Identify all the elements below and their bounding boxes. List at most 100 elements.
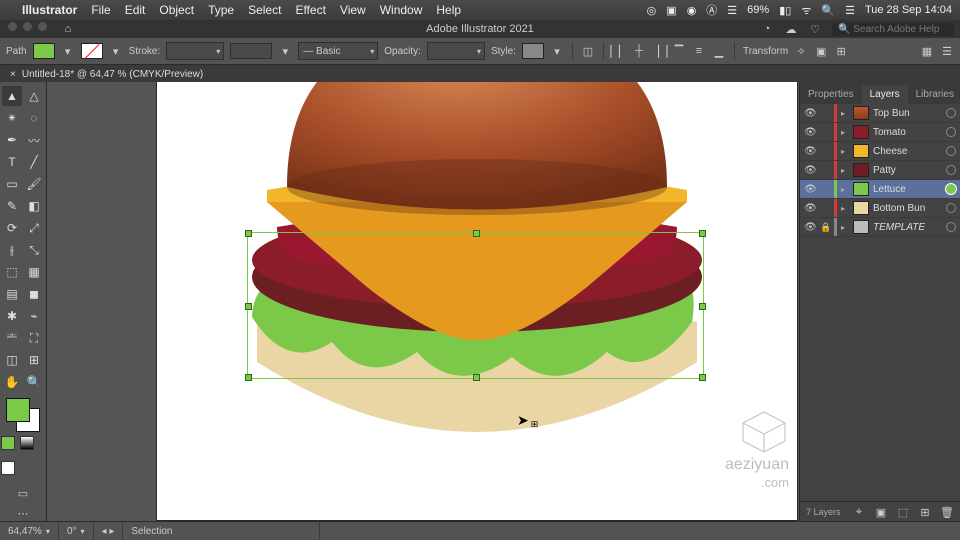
tool-slice[interactable]: ⊞ [24,350,44,370]
menu-edit[interactable]: Edit [125,3,146,17]
align-vcenter-icon[interactable]: ≡ [692,44,706,58]
artboard[interactable] [157,82,797,520]
menu-view[interactable]: View [340,3,366,17]
menu-object[interactable]: Object [159,3,194,17]
rotate-view[interactable]: 0° ▾ [59,522,94,540]
status-icon[interactable]: ◉ [687,4,697,17]
locate-object-icon[interactable]: ⌖ [852,505,866,519]
menu-file[interactable]: File [91,3,110,17]
tool-artboard[interactable]: ◫ [2,350,22,370]
clock[interactable]: Tue 28 Sep 14:04 [865,4,952,16]
layer-row[interactable]: 👁▸Patty [800,161,960,180]
expand-icon[interactable]: ▸ [841,223,849,232]
color-mode-fill[interactable] [1,436,15,450]
tool-eraser[interactable]: ◧ [24,196,44,216]
tool-eyedropper[interactable]: ✱ [2,306,22,326]
document-tab[interactable]: Untitled-18* @ 64,47 % (CMYK/Preview) [22,69,203,80]
expand-icon[interactable]: ▸ [841,166,849,175]
app-menu[interactable]: Illustrator [22,3,77,17]
tool-pen[interactable]: ✒ [2,130,22,150]
menu-effect[interactable]: Effect [295,3,325,17]
tool-direct-selection[interactable]: △ [24,86,44,106]
new-layer-icon[interactable]: ⊞ [918,505,932,519]
tool-mesh[interactable]: ▤ [2,284,22,304]
color-mode-gradient[interactable] [20,436,34,450]
snap-pixel-icon[interactable]: ⊞ [834,44,848,58]
expand-icon[interactable]: ▸ [841,109,849,118]
status-icon[interactable]: ☰ [727,4,737,17]
expand-icon[interactable]: ▸ [841,128,849,137]
tool-magic-wand[interactable]: ✴ [2,108,22,128]
brush-definition[interactable] [230,43,272,59]
tab-properties[interactable]: Properties [800,85,862,104]
tool-type[interactable]: T [2,152,22,172]
target-icon[interactable] [946,165,956,175]
fill-stroke-control[interactable] [6,398,40,432]
tool-zoom[interactable]: 🔍 [24,372,44,392]
layer-name[interactable]: Tomato [873,127,906,138]
tool-shaper[interactable]: ✎ [2,196,22,216]
transform-label[interactable]: Transform [743,46,788,57]
new-sublayer-icon[interactable]: ⬚ [896,505,910,519]
traffic-min[interactable] [23,22,32,31]
traffic-max[interactable] [38,22,47,31]
current-tool[interactable]: Selection [123,522,320,540]
expand-icon[interactable]: ▸ [841,147,849,156]
tool-scale[interactable]: ⤢ [24,218,44,238]
bell-icon[interactable]: ♡ [808,22,822,36]
tab-layers[interactable]: Layers [862,85,908,104]
color-mode-none[interactable] [1,461,15,475]
layer-row[interactable]: 👁 ▸ Cheese [800,142,960,161]
visibility-toggle[interactable]: 👁 [804,146,816,157]
battery-icon[interactable]: ▮▯ [779,4,791,17]
artboard-nav[interactable]: ◂ ▸ [94,522,124,540]
menu-help[interactable]: Help [436,3,461,17]
tool-width[interactable]: ⫲ [2,240,22,260]
visibility-toggle[interactable]: 👁 [804,127,816,138]
tool-paintbrush[interactable]: 🖌 [24,174,44,194]
tool-rotate[interactable]: ⟳ [2,218,22,238]
tool-rectangle[interactable]: ▭ [2,174,22,194]
opacity-dropdown[interactable] [427,42,485,60]
target-icon[interactable] [946,108,956,118]
delete-layer-icon[interactable]: 🗑 [940,505,954,519]
canvas[interactable]: aeziyuan .com ➤⊞ [47,82,799,522]
tool-free-transform[interactable]: ⤡ [24,240,44,260]
home-icon[interactable]: ⌂ [61,22,75,36]
align-hcenter-icon[interactable]: ┼ [632,44,646,58]
edit-toolbar-icon[interactable]: ⋯ [16,506,30,520]
target-icon[interactable] [946,203,956,213]
tool-perspective[interactable]: ▦ [24,262,44,282]
lock-toggle[interactable]: 🔒 [820,222,830,233]
align-right-icon[interactable]: ▕▕ [652,44,666,58]
traffic-close[interactable] [8,22,17,31]
layer-row[interactable]: 👁▸Bottom Bun [800,199,960,218]
isolate-icon[interactable]: ✧ [794,44,808,58]
align-bottom-icon[interactable]: ▁ [712,44,726,58]
tool-gradient[interactable]: ◼ [24,284,44,304]
close-tab-icon[interactable]: × [10,69,16,80]
help-search[interactable]: 🔍 Search Adobe Help [832,23,954,36]
target-icon[interactable] [946,222,956,232]
visibility-toggle[interactable]: 👁 [804,203,816,214]
tool-symbol-sprayer[interactable]: ⎃ [2,328,22,348]
layer-name[interactable]: Cheese [873,146,907,157]
align-menu-icon[interactable]: ◫ [581,44,595,58]
visibility-toggle[interactable]: 👁 [804,222,816,233]
layer-name[interactable]: Bottom Bun [873,203,925,214]
cloud-icon[interactable]: ☁ [784,22,798,36]
user-icon[interactable]: ◔ [760,22,774,36]
layer-row[interactable]: 👁▸Lettuce [800,180,960,199]
layer-name[interactable]: Patty [873,165,896,176]
stroke-profile-dropdown[interactable]: — Basic [298,42,378,60]
tab-libraries[interactable]: Libraries [908,85,960,104]
zoom-level[interactable]: 64,47% ▾ [0,522,59,540]
target-icon[interactable] [946,127,956,137]
status-icon[interactable]: ▣ [666,4,676,17]
edit-clip-icon[interactable]: ▣ [814,44,828,58]
visibility-toggle[interactable]: 👁 [804,108,816,119]
layer-row[interactable]: 👁 ▸ Tomato [800,123,960,142]
layer-name[interactable]: Lettuce [873,184,906,195]
menu-select[interactable]: Select [248,3,281,17]
stroke-weight-dropdown[interactable] [166,42,224,60]
